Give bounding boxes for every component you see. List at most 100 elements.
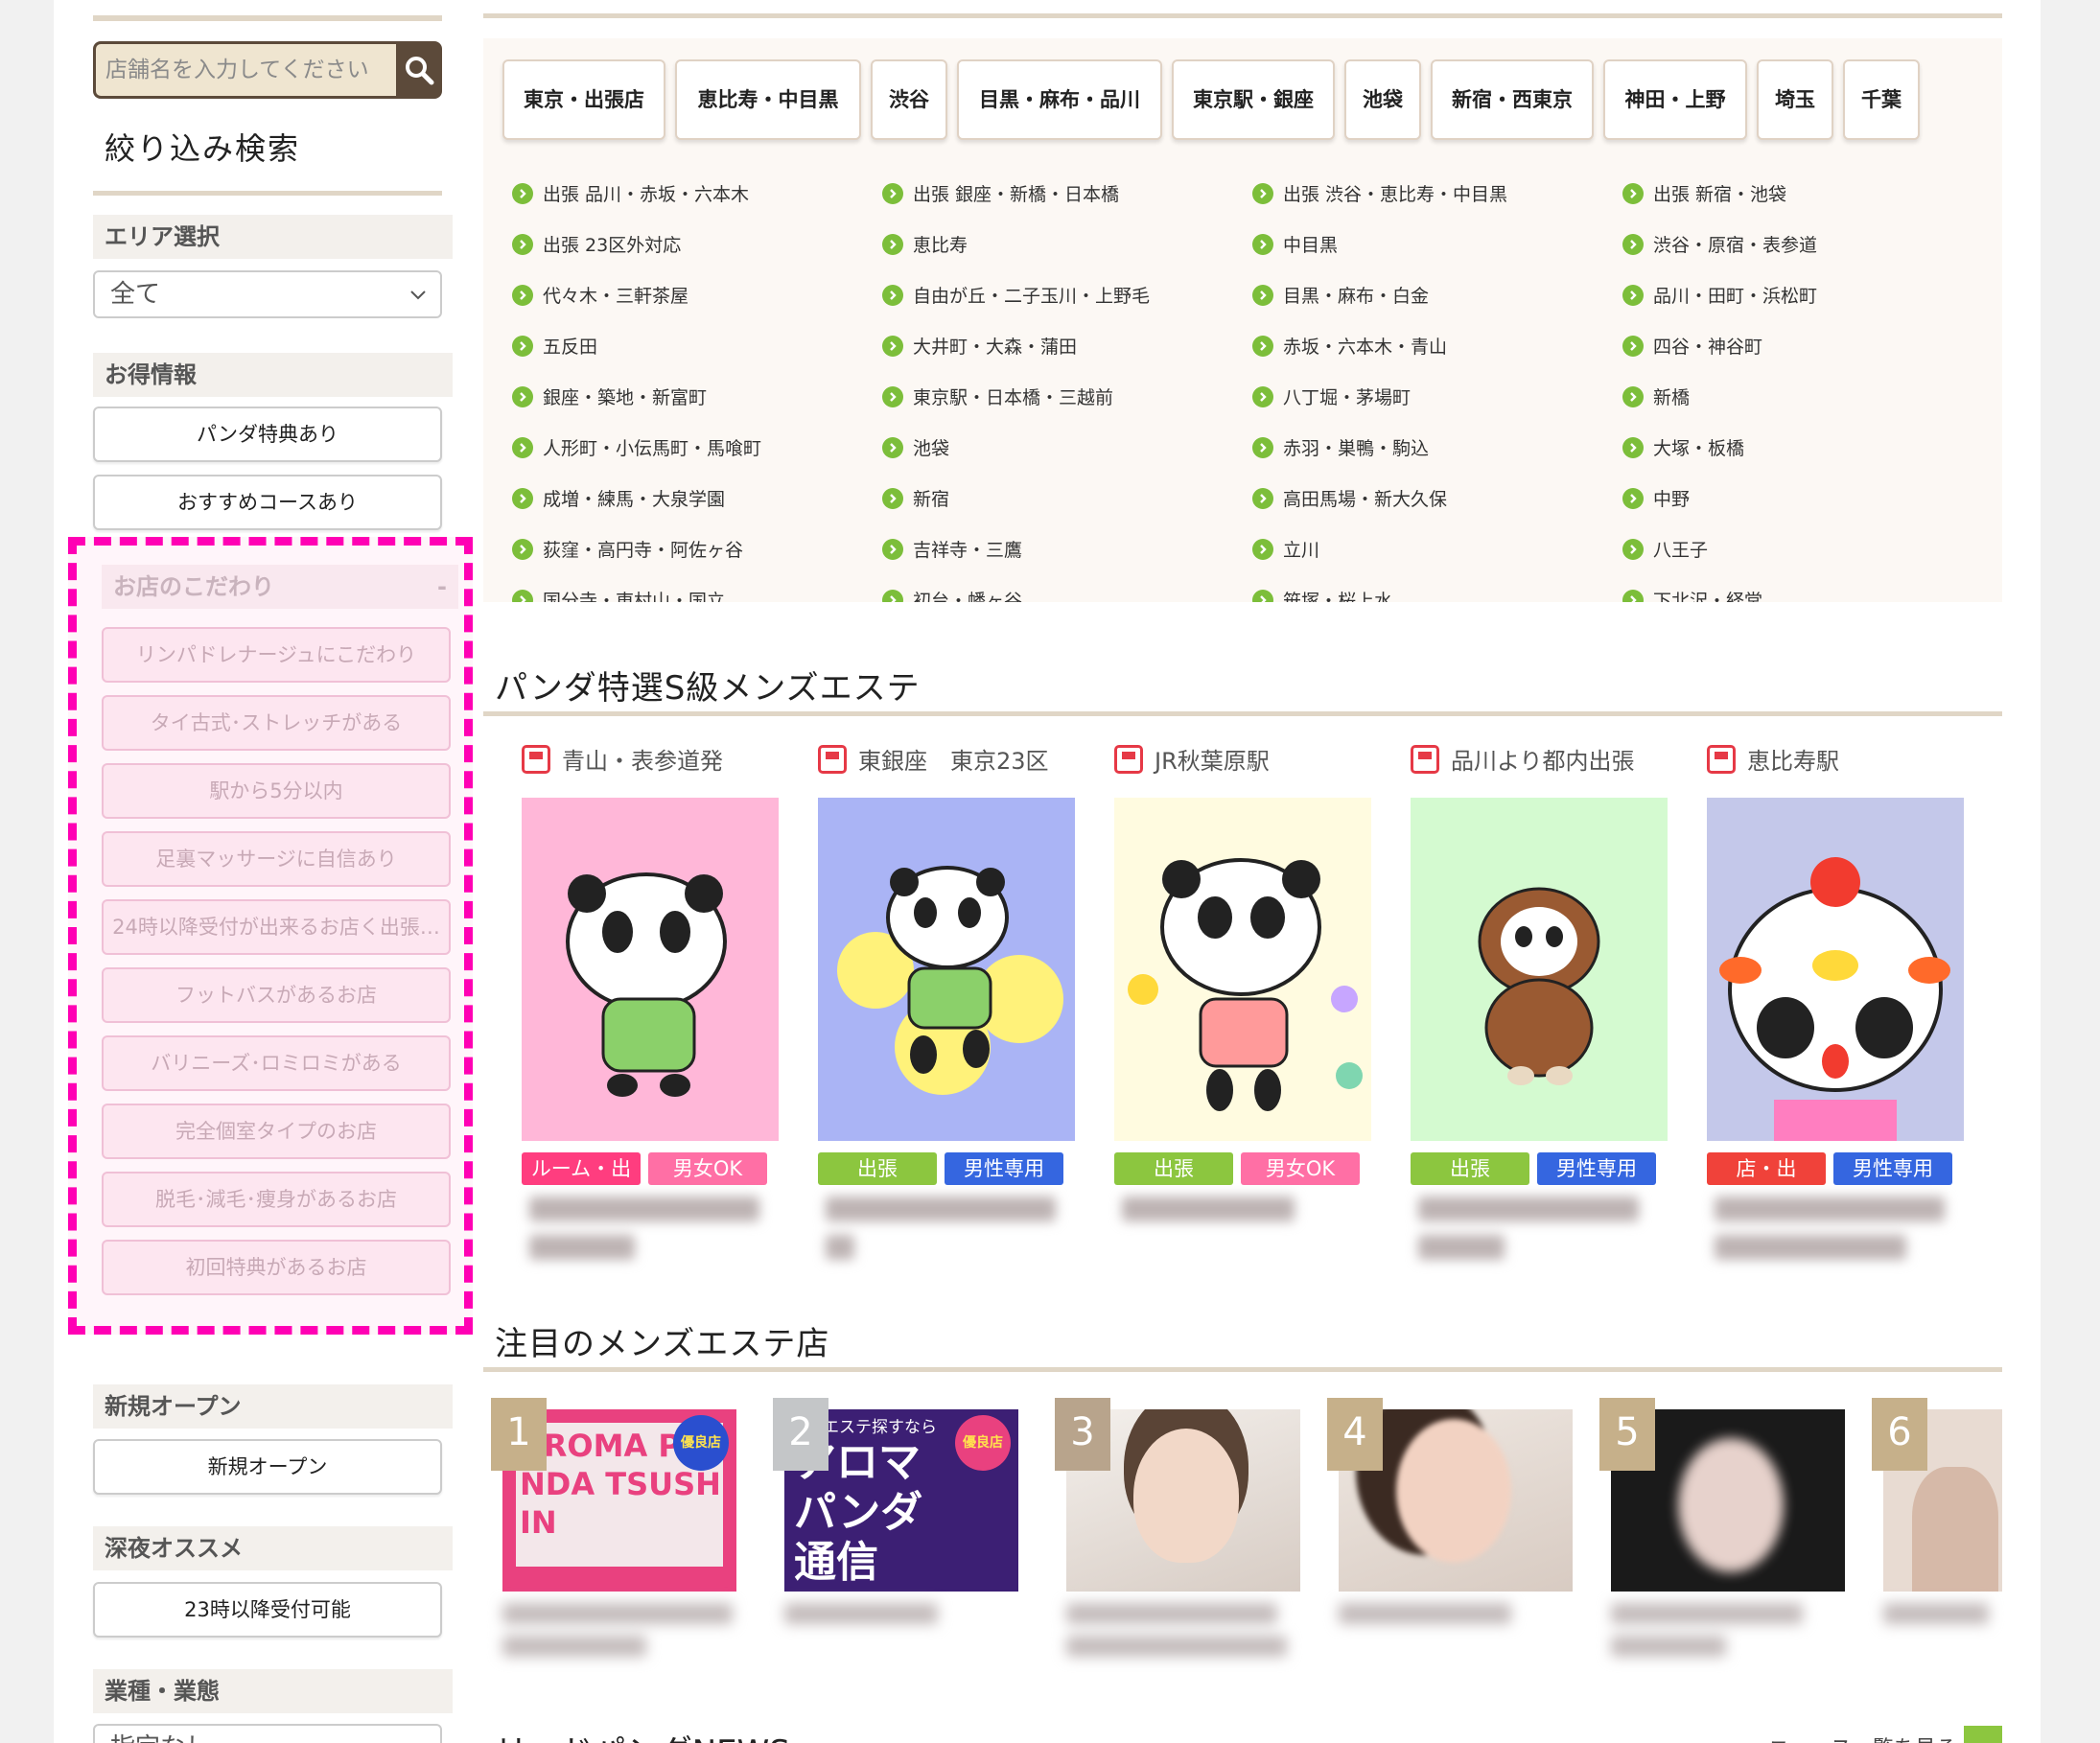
area-link-label: 新橋 (1653, 387, 1691, 408)
area-link[interactable]: 五反田 (512, 333, 597, 359)
business-type-select[interactable]: 指定なし (93, 1724, 442, 1743)
area-link[interactable]: 赤羽・巣鴨・駒込 (1252, 434, 1429, 460)
kodawari-item[interactable]: リンパドレナージュにこだわり (102, 627, 451, 683)
area-link[interactable]: 新宿 (882, 485, 949, 511)
area-link[interactable]: 成増・練馬・大泉学園 (512, 485, 725, 511)
area-tab[interactable]: 恵比寿・中目黒 (675, 59, 861, 140)
area-link[interactable]: 中野 (1622, 485, 1690, 511)
kodawari-item[interactable]: 足裏マッサージに自信あり (102, 831, 451, 887)
area-link[interactable]: 東京駅・日本橋・三越前 (882, 383, 1113, 409)
area-link[interactable]: 高田馬場・新大久保 (1252, 485, 1447, 511)
rank-badge: 2 (773, 1398, 828, 1471)
kodawari-item[interactable]: フットバスがあるお店 (102, 967, 451, 1023)
train-icon (1114, 744, 1143, 774)
area-link[interactable]: 初台・幡ヶ谷 (882, 587, 1022, 602)
kodawari-heading[interactable]: お店のこだわり - (102, 565, 458, 609)
train-icon (1707, 744, 1736, 774)
area-link[interactable]: 国分寺・東村山・国立 (512, 587, 725, 602)
search-icon (406, 57, 434, 85)
shop-name-blurred (1715, 1197, 1954, 1273)
kodawari-item[interactable]: 24時以降受付が出来るお店く出張… (102, 899, 451, 955)
area-link[interactable]: 銀座・築地・新富町 (512, 383, 707, 409)
area-tab[interactable]: 渋谷 (871, 59, 947, 140)
area-link[interactable]: 品川・田町・浜松町 (1622, 282, 1817, 308)
kodawari-item[interactable]: バリニーズ･ロミロミがある (102, 1035, 451, 1091)
shop-card[interactable]: 青山・表参道発 ルーム・出 男女OK (522, 738, 781, 1275)
area-link[interactable]: 大井町・大森・蒲田 (882, 333, 1077, 359)
shop-card[interactable]: 品川より都内出張 出張 男性専用 (1411, 738, 1669, 1275)
area-link[interactable]: 八丁堀・茅場町 (1252, 383, 1411, 409)
shop-card[interactable]: 東銀座 東京23区 出張 男性専用 (818, 738, 1077, 1275)
area-link-label: 荻窪・高円寺・阿佐ヶ谷 (543, 540, 744, 561)
shop-tag: 店・出 (1707, 1152, 1826, 1185)
area-link[interactable]: 新橋 (1622, 383, 1690, 409)
news-more-link[interactable]: ニュース一覧を見る (1768, 1731, 1957, 1743)
kodawari-item[interactable]: 駅から5分以内 (102, 763, 451, 819)
area-tab[interactable]: 東京・出張店 (502, 59, 665, 140)
deal-button-course[interactable]: おすすめコースあり (93, 475, 442, 530)
shop-tag: 男女OK (1241, 1152, 1360, 1185)
shop-name-blurred (1883, 1603, 1998, 1661)
area-link[interactable]: 人形町・小伝馬町・馬喰町 (512, 434, 761, 460)
deals-heading: お得情報 (93, 353, 453, 397)
area-link[interactable]: 立川 (1252, 536, 1319, 562)
late-night-button[interactable]: 23時以降受付可能 (93, 1582, 442, 1638)
area-tab[interactable]: 神田・上野 (1603, 59, 1747, 140)
area-link[interactable]: 中目黒 (1252, 231, 1338, 257)
area-link[interactable]: 出張 銀座・新橋・日本橋 (882, 180, 1119, 206)
area-link-label: 八王子 (1653, 540, 1709, 561)
kodawari-item[interactable]: 脱毛･減毛･痩身があるお店 (102, 1172, 451, 1227)
news-more-arrow-icon[interactable] (1964, 1726, 2002, 1743)
area-link[interactable]: 自由が丘・二子玉川・上野毛 (882, 282, 1150, 308)
rank-badge: 6 (1872, 1398, 1927, 1471)
shop-location: 恵比寿駅 (1707, 742, 1839, 776)
kodawari-item[interactable]: タイ古式･ストレッチがある (102, 695, 451, 751)
area-link[interactable]: 四谷・神谷町 (1622, 333, 1762, 359)
train-icon (1411, 744, 1439, 774)
chevron-right-icon (882, 182, 903, 204)
area-link[interactable]: 大塚・板橋 (1622, 434, 1744, 460)
shop-search-input[interactable] (93, 41, 396, 99)
area-tab[interactable]: 東京駅・銀座 (1172, 59, 1335, 140)
area-link[interactable]: 荻窪・高円寺・阿佐ヶ谷 (512, 536, 743, 562)
area-tab[interactable]: 池袋 (1344, 59, 1421, 140)
shop-location-text: JR秋葉原駅 (1155, 748, 1270, 775)
shop-name-blurred (1418, 1197, 1658, 1273)
main-content: 東京・出張店 恵比寿・中目黒 渋谷 目黒・麻布・品川 東京駅・銀座 池袋 新宿・… (483, 0, 2002, 1743)
area-link-label: 品川・田町・浜松町 (1653, 286, 1818, 307)
area-tab[interactable]: 新宿・西東京 (1431, 59, 1594, 140)
area-link[interactable]: 出張 新宿・池袋 (1622, 180, 1786, 206)
area-link[interactable]: 下北沢・経堂 (1622, 587, 1762, 602)
search-button[interactable] (396, 41, 442, 99)
shop-location-text: 恵比寿駅 (1747, 748, 1839, 775)
chevron-right-icon (512, 436, 533, 458)
chevron-right-icon (1252, 487, 1273, 509)
shop-tag: ルーム・出 (522, 1152, 641, 1185)
area-link[interactable]: 代々木・三軒茶屋 (512, 282, 688, 308)
new-open-button[interactable]: 新規オープン (93, 1439, 442, 1495)
area-link[interactable]: 出張 23区外対応 (512, 231, 681, 257)
area-link[interactable]: 渋谷・原宿・表参道 (1622, 231, 1817, 257)
chevron-right-icon (1252, 335, 1273, 357)
kodawari-item[interactable]: 初回特典があるお店 (102, 1240, 451, 1295)
shop-tags: 店・出 男性専用 (1707, 1152, 1952, 1185)
area-link[interactable]: 恵比寿 (882, 231, 968, 257)
area-link[interactable]: 出張 品川・赤坂・六本木 (512, 180, 749, 206)
area-link[interactable]: 目黒・麻布・白金 (1252, 282, 1429, 308)
shop-tags: 出張 男性専用 (818, 1152, 1063, 1185)
area-link[interactable]: 吉祥寺・三鷹 (882, 536, 1022, 562)
area-link[interactable]: 赤坂・六本木・青山 (1252, 333, 1447, 359)
shop-card[interactable]: 恵比寿駅 店・出 男性専用 (1707, 738, 1966, 1275)
area-link[interactable]: 池袋 (882, 434, 949, 460)
kodawari-item[interactable]: 完全個室タイプのお店 (102, 1104, 451, 1159)
area-tab[interactable]: 千葉 (1843, 59, 1920, 140)
area-tab[interactable]: 埼玉 (1757, 59, 1833, 140)
area-link[interactable]: 八王子 (1622, 536, 1708, 562)
area-select[interactable]: 全て (93, 270, 442, 318)
deal-button-panda[interactable]: パンダ特典あり (93, 407, 442, 462)
shop-card[interactable]: JR秋葉原駅 出張 男女OK (1114, 738, 1373, 1275)
area-link-label: 人形町・小伝馬町・馬喰町 (543, 438, 762, 459)
area-tab[interactable]: 目黒・麻布・品川 (957, 59, 1162, 140)
area-link[interactable]: 出張 渋谷・恵比寿・中目黒 (1252, 180, 1507, 206)
area-link[interactable]: 笹塚・桜上水 (1252, 587, 1392, 602)
